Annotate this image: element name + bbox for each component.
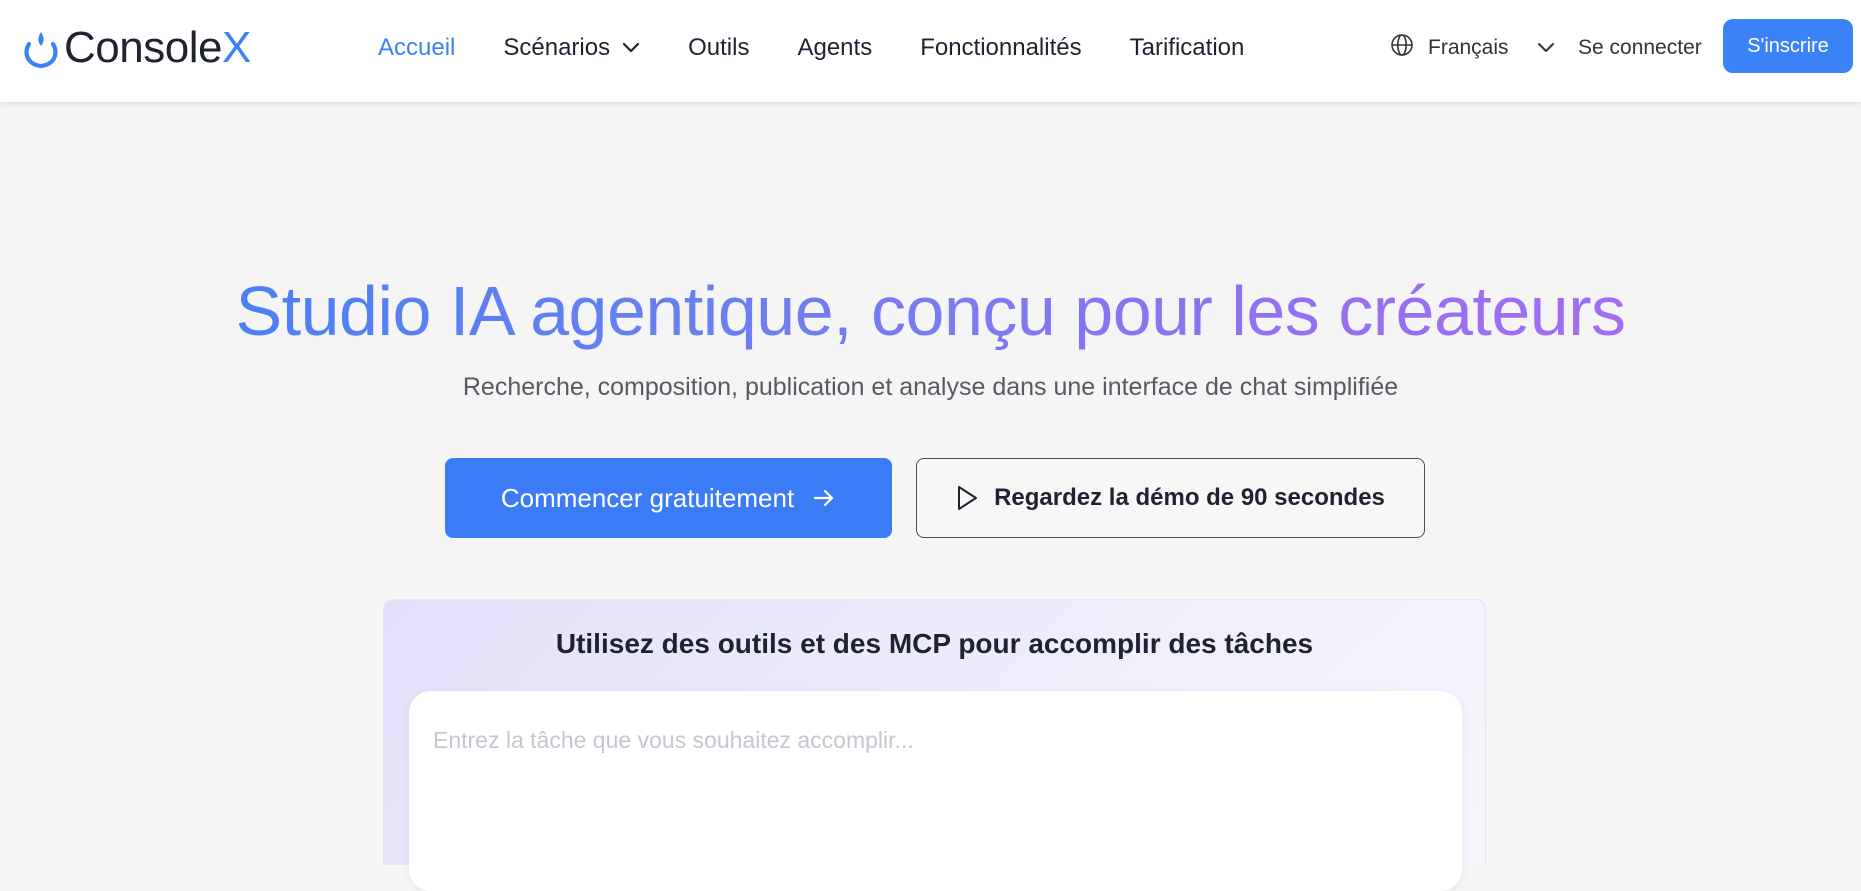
start-free-label: Commencer gratuitement (500, 482, 795, 513)
chevron-down-icon (622, 42, 640, 54)
globe-icon (1390, 33, 1414, 63)
consolex-logo-icon (22, 26, 60, 70)
task-card: Utilisez des outils et des MCP pour acco… (383, 599, 1486, 891)
login-link[interactable]: Se connecter (1578, 30, 1702, 66)
nav-item-label: Outils (688, 34, 750, 61)
nav-item-label: Tarification (1129, 34, 1245, 61)
start-free-button[interactable]: Commencer gratuitement (445, 458, 892, 538)
nav-item-tarification[interactable]: Tarification (1130, 34, 1245, 62)
hero-subtitle: Recherche, composition, publication et a… (462, 373, 1399, 401)
nav-item-outils[interactable]: Outils (688, 34, 749, 62)
nav-item-fonctionnalites[interactable]: Fonctionnalités (920, 34, 1081, 62)
language-label: Français (1428, 36, 1509, 59)
nav-item-label: Agents (797, 34, 873, 61)
nav-item-label: Accueil (378, 34, 456, 61)
main-nav: Accueil Scénarios Outils Agents Fonction… (378, 30, 1244, 66)
signup-button[interactable]: S'inscrire (1723, 19, 1853, 73)
nav-item-label: Fonctionnalités (920, 34, 1082, 61)
nav-item-label: Scénarios (503, 34, 611, 61)
brand-name: ConsoleX (64, 23, 251, 73)
hero-title: Studio IA agentique, conçu pour les créa… (0, 266, 1861, 356)
nav-item-agents[interactable]: Agents (797, 34, 872, 62)
task-input[interactable] (409, 691, 1462, 891)
task-card-title: Utilisez des outils et des MCP pour acco… (555, 628, 1314, 659)
watch-demo-label: Regardez la démo de 90 secondes (994, 484, 1385, 511)
brand-logo[interactable]: ConsoleX (22, 20, 251, 76)
watch-demo-button[interactable]: Regardez la démo de 90 secondes (916, 458, 1425, 538)
nav-item-accueil[interactable]: Accueil (378, 34, 455, 62)
play-icon (956, 485, 978, 511)
chevron-down-icon (1537, 36, 1555, 60)
site-header: ConsoleX Accueil Scénarios Outils Agents… (0, 0, 1861, 102)
nav-item-scenarios[interactable]: Scénarios (503, 34, 640, 62)
brand-name-accent: X (221, 23, 251, 72)
brand-name-main: Console (64, 23, 222, 72)
language-selector[interactable]: Français (1390, 30, 1555, 66)
arrow-right-icon (812, 487, 836, 509)
